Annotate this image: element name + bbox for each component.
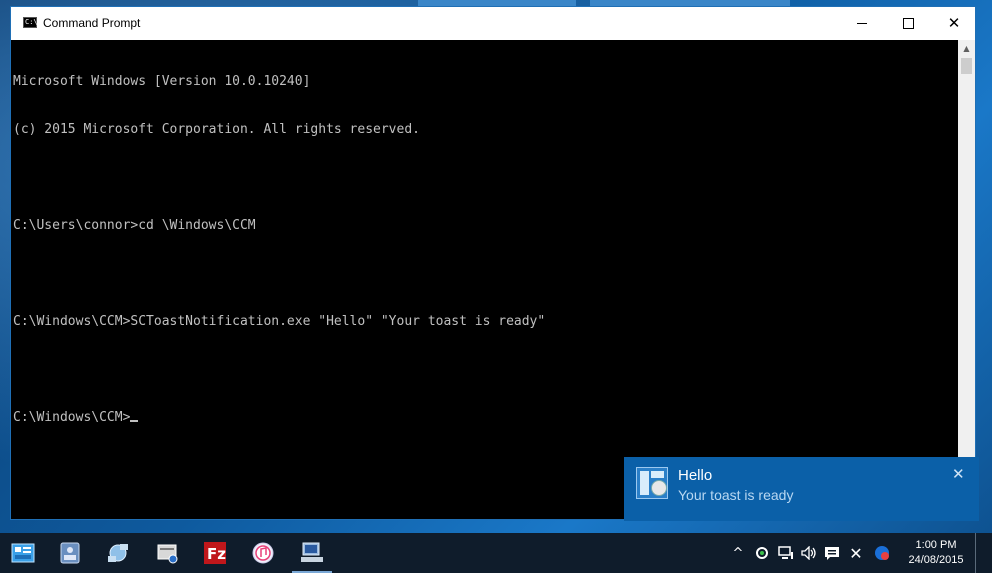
- filezilla-icon: Fz: [204, 542, 226, 564]
- console-line: C:\Users\connor>cd \Windows\CCM: [13, 218, 256, 233]
- title-bar[interactable]: C:\ Command Prompt ✕: [11, 7, 975, 40]
- close-button[interactable]: ✕: [931, 7, 977, 40]
- close-x-tray-icon[interactable]: ✕: [847, 544, 865, 563]
- server-icon: [157, 544, 178, 564]
- vertical-scrollbar[interactable]: ▲: [958, 40, 975, 519]
- toast-body: Your toast is ready: [678, 487, 794, 503]
- network-icon: [108, 544, 128, 562]
- minimize-icon: [857, 23, 867, 24]
- window-title: Command Prompt: [43, 16, 141, 30]
- console-line: Microsoft Windows [Version 10.0.10240]: [13, 74, 311, 89]
- console-prompt-line[interactable]: C:\Windows\CCM>: [13, 410, 958, 426]
- taskbar-app-server[interactable]: [145, 533, 191, 573]
- taskbar-app-task-view[interactable]: [47, 533, 93, 573]
- itunes-icon: [252, 542, 274, 564]
- console-output[interactable]: Microsoft Windows [Version 10.0.10240] (…: [11, 40, 958, 519]
- computer-icon: [301, 542, 323, 562]
- network-status-icon[interactable]: [777, 544, 795, 562]
- taskbar-app-network[interactable]: [95, 533, 141, 573]
- show-hidden-icons-chevron-icon[interactable]: ^: [731, 544, 745, 562]
- console-prompt: C:\Windows\CCM>: [13, 410, 131, 425]
- taskbar-app-filezilla[interactable]: Fz: [192, 533, 238, 573]
- close-icon: ✕: [947, 14, 961, 32]
- windows-icon: [11, 543, 35, 563]
- start-button[interactable]: [0, 533, 46, 573]
- volume-icon[interactable]: [800, 544, 818, 562]
- clock-time: 1:00 PM: [915, 539, 957, 551]
- icon-pane: [640, 471, 649, 495]
- text-cursor: [130, 420, 139, 422]
- action-center-icon[interactable]: [823, 544, 841, 562]
- sync-icon[interactable]: [754, 544, 770, 562]
- toast-title: Hello: [678, 467, 713, 484]
- task-view-icon: [60, 542, 80, 564]
- scroll-up-icon[interactable]: ▲: [958, 40, 975, 57]
- taskbar-app-itunes[interactable]: [240, 533, 286, 573]
- disc-icon: [651, 480, 667, 496]
- icon-pane: [651, 471, 664, 478]
- toast-close-icon[interactable]: ✕: [952, 465, 965, 483]
- taskbar: Fz ^ ✕ 1:00 PM 24/08/2015: [0, 533, 992, 573]
- scroll-thumb[interactable]: [961, 58, 972, 74]
- taskbar-app-command-prompt[interactable]: [289, 533, 335, 573]
- show-desktop-button[interactable]: [975, 533, 976, 573]
- minimize-button[interactable]: [839, 7, 885, 40]
- toast-app-icon: [636, 467, 668, 499]
- console-line: C:\Windows\CCM>SCToastNotification.exe "…: [13, 314, 546, 329]
- maximize-icon: [902, 18, 914, 29]
- maximize-button[interactable]: [885, 7, 931, 40]
- svg-text:Fz: Fz: [207, 545, 226, 563]
- command-prompt-window[interactable]: C:\ Command Prompt ✕ Microsoft Windows […: [10, 6, 976, 520]
- taskbar-clock[interactable]: 1:00 PM 24/08/2015: [900, 538, 972, 568]
- toast-notification[interactable]: Hello Your toast is ready ✕: [624, 457, 979, 521]
- console-line: (c) 2015 Microsoft Corporation. All righ…: [13, 122, 420, 137]
- console-app-icon[interactable]: C:\: [23, 17, 38, 28]
- language-globe-icon[interactable]: [873, 544, 891, 562]
- clock-date: 24/08/2015: [908, 554, 964, 566]
